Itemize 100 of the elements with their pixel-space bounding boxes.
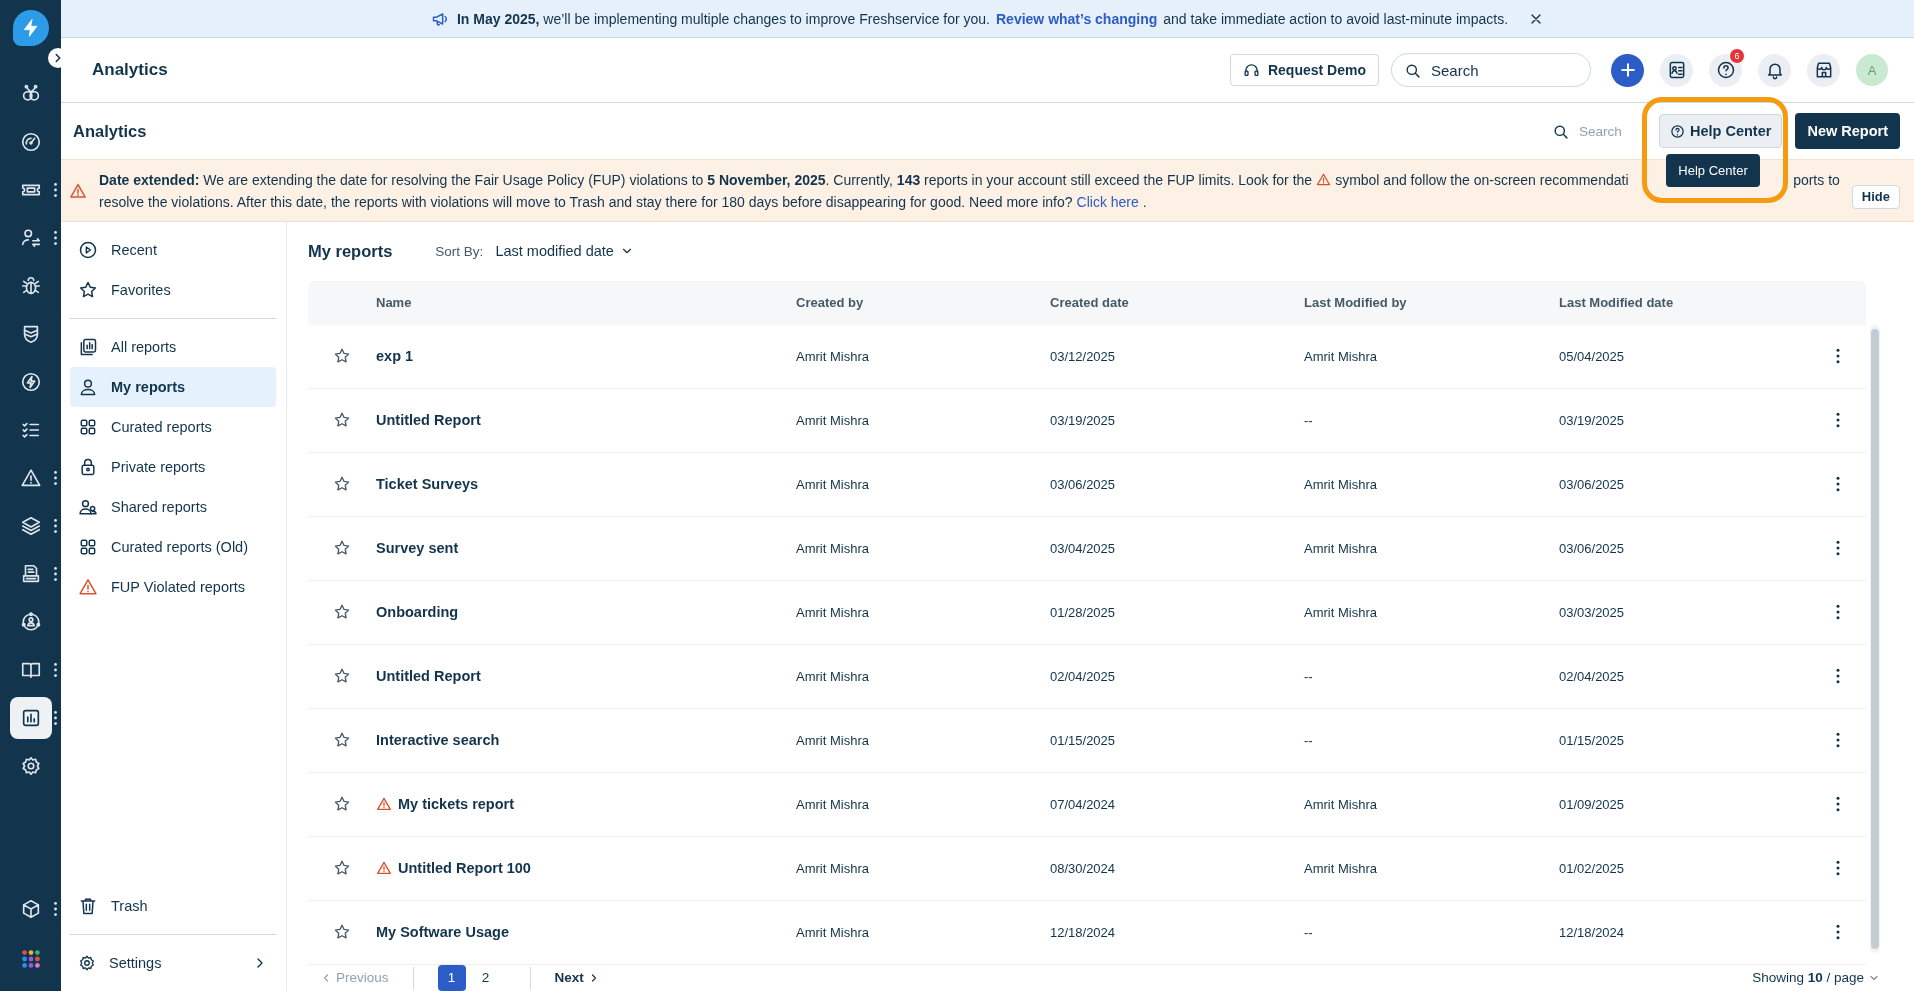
nav-item[interactable]: Shared reports [70, 487, 276, 527]
list-title: My reports [308, 241, 393, 261]
search-field[interactable]: Search [1391, 53, 1591, 87]
more-icon[interactable] [52, 470, 58, 486]
banner-text: Date extended: We are extending the date for resolving the Fair Usage Policy (FUP) violations to 5 November, 2025. Currently, 143 reports in your account still exceed the FUP limits. Look for the [99, 171, 1313, 188]
nav-item[interactable]: Private reports [70, 447, 276, 487]
more-icon[interactable] [52, 901, 58, 917]
nav-item[interactable]: Recent [70, 230, 276, 270]
pagination-link[interactable]: Next [554, 970, 600, 986]
page-button[interactable]: 2 [471, 964, 500, 991]
nav-item[interactable]: Favorites [70, 270, 276, 310]
settings-icon [78, 954, 96, 972]
more-icon[interactable] [52, 710, 58, 726]
help-center-button[interactable]: Help Center [1659, 114, 1783, 148]
sort-label: Sort By: [435, 243, 484, 259]
help-icon [1715, 60, 1736, 80]
page-title: Analytics [73, 121, 148, 141]
report-name-link[interactable]: Onboarding [376, 604, 459, 621]
table-cell-text: -- [1304, 732, 1314, 748]
table-cell-text: Amrit Mishra [796, 604, 870, 620]
nav-item[interactable]: Trash [70, 886, 276, 926]
nav-item[interactable]: Curated reports (Old) [70, 527, 276, 567]
people-circle-icon[interactable] [19, 611, 42, 633]
request-demo-button[interactable]: Request Demo [1229, 54, 1379, 86]
report-name-link[interactable]: Ticket Surveys [376, 476, 479, 493]
table-cell-text: Amrit Mishra [1304, 860, 1378, 876]
gauge-icon[interactable] [19, 131, 42, 153]
notification-badge: 6 [1729, 47, 1745, 64]
column-header: Created by [796, 295, 865, 311]
search-field[interactable]: Search [1577, 122, 1632, 140]
settings-icon[interactable] [19, 755, 42, 777]
banner-text: symbol and follow the on-screen recommendati [1335, 171, 1629, 188]
header-title: Analytics [92, 60, 169, 80]
report-name-link[interactable]: My Software Usage [376, 924, 509, 941]
more-icon[interactable] [52, 230, 58, 246]
scrollbar[interactable] [1870, 324, 1880, 953]
table-cell-text: -- [1304, 668, 1314, 684]
store-button[interactable] [1807, 53, 1840, 87]
user-swap-icon[interactable] [19, 227, 42, 249]
warning-icon [1316, 172, 1332, 187]
report-name-link[interactable]: Untitled Report [376, 668, 481, 685]
page-size-dropdown[interactable]: Showing 10 / page [1752, 970, 1880, 986]
table-cell-text: Amrit Mishra [796, 476, 870, 492]
user-icon [78, 377, 98, 397]
app-logo[interactable] [12, 10, 49, 46]
report-name-link[interactable]: Untitled Report [376, 412, 481, 429]
page-button[interactable]: 1 [437, 964, 466, 991]
table-cell-text: 08/30/2024 [1050, 860, 1117, 876]
add-button[interactable] [1611, 53, 1644, 87]
table-cell-text: 03/03/2025 [1559, 604, 1626, 620]
hide-button[interactable]: Hide [1851, 184, 1900, 209]
table-cell-text: 07/04/2024 [1050, 796, 1117, 812]
report-name-link[interactable]: Interactive search [376, 732, 500, 749]
rail-button[interactable] [9, 697, 52, 739]
click-here-link[interactable]: Click here [1076, 193, 1139, 210]
table-cell-text: Amrit Mishra [796, 924, 870, 940]
report-name-link[interactable]: Survey sent [376, 540, 459, 557]
bug-icon[interactable] [19, 275, 42, 297]
report-name-link[interactable]: Untitled Report 100 [398, 860, 531, 877]
help-icon [1670, 123, 1686, 139]
report-name-link[interactable]: My tickets report [398, 796, 515, 813]
announcement-text: In May 2025, we’ll be implementing multiple changes to improve Freshservice for you. [456, 10, 990, 27]
more-icon[interactable] [52, 182, 58, 198]
nav-item[interactable]: All reports [70, 327, 276, 367]
more-icon[interactable] [52, 518, 58, 534]
announcement-text: and take immediate action to avoid last-minute impacts. [1163, 10, 1509, 27]
layers-icon[interactable] [19, 515, 42, 537]
settings-item[interactable]: Settings [70, 943, 276, 983]
help-button[interactable] [1709, 53, 1742, 87]
grid-icon [78, 417, 98, 437]
contact-card-button[interactable] [1660, 53, 1693, 87]
table-cell-text: 01/28/2025 [1050, 604, 1117, 620]
grid-icon [78, 537, 98, 557]
bolt-circle-icon[interactable] [19, 371, 42, 393]
tooltip: Help Center [1666, 154, 1761, 187]
report-name-link[interactable]: exp 1 [376, 348, 414, 365]
review-link[interactable]: Review what’s changing [996, 10, 1158, 27]
table-cell-text: 03/06/2025 [1559, 540, 1626, 556]
table-cell-text: 03/06/2025 [1050, 476, 1117, 492]
banner-text: ports to [1793, 171, 1840, 188]
notifications-button[interactable] [1758, 53, 1791, 87]
table-cell-text: 01/15/2025 [1559, 732, 1626, 748]
users-icon [78, 497, 98, 517]
star-icon [78, 280, 98, 300]
search-input[interactable]: Search [1429, 60, 1563, 80]
apps-grid-icon[interactable] [19, 948, 42, 970]
table-cell-text: 01/09/2025 [1559, 796, 1626, 812]
nav-item[interactable]: Curated reports [70, 407, 276, 447]
column-header: Last Modified date [1559, 295, 1675, 311]
table-cell-text: Amrit Mishra [796, 412, 870, 428]
warning-icon[interactable] [19, 467, 42, 489]
table-cell-text: -- [1304, 412, 1314, 428]
nav-item[interactable]: FUP Violated reports [70, 567, 276, 607]
new-report-button[interactable]: New Report [1795, 113, 1900, 149]
table-cell-text: 03/04/2025 [1050, 540, 1117, 556]
table-cell-text: Amrit Mishra [1304, 796, 1378, 812]
more-icon[interactable] [52, 662, 58, 678]
nav-item[interactable]: My reports [70, 367, 276, 407]
sort-dropdown[interactable]: Last modified date [495, 243, 634, 260]
more-icon[interactable] [52, 566, 58, 582]
